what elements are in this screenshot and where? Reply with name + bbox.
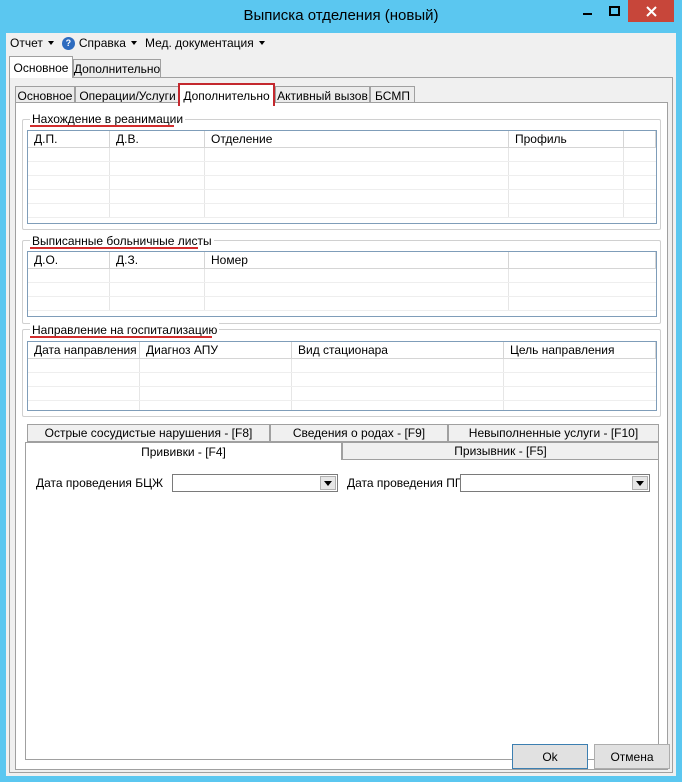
tab-births[interactable]: Сведения о родах - [F9] <box>270 424 448 442</box>
tab-vaccinations-label: Прививки - [F4] <box>141 444 226 459</box>
close-icon <box>645 5 657 17</box>
maximize-icon <box>609 6 620 16</box>
sick-leaves-grid-body <box>28 269 656 311</box>
sick-leaves-grid-header: Д.О. Д.З. Номер <box>28 252 656 269</box>
table-row <box>28 297 656 311</box>
tab-births-label: Сведения о родах - [F9] <box>292 426 426 440</box>
column-header[interactable]: Д.В. <box>110 131 205 147</box>
column-header[interactable]: Диагноз АПУ <box>140 342 292 358</box>
tab-conscript-label: Призывник - [F5] <box>454 444 547 458</box>
tab-additional-inner-label: Дополнительно <box>183 88 270 103</box>
column-header[interactable]: Вид стационара <box>292 342 504 358</box>
table-row <box>28 190 656 204</box>
title-bar[interactable]: Выписка отделения (новый) <box>0 0 682 33</box>
maximize-button[interactable] <box>601 0 628 22</box>
column-header[interactable]: Д.П. <box>28 131 110 147</box>
tab-unfulfilled-label: Невыполненные услуги - [F10] <box>468 426 639 440</box>
bcg-date-label: Дата проведения БЦЖ <box>36 476 164 490</box>
menu-med-docs[interactable]: Мед. документация <box>145 36 265 50</box>
table-row <box>28 387 656 401</box>
chevron-down-icon <box>47 41 54 45</box>
table-row <box>28 373 656 387</box>
column-header[interactable]: Д.О. <box>28 252 110 268</box>
pg-date-label: Дата проведения ПГ <box>347 476 462 490</box>
column-header[interactable]: Цель направления <box>504 342 656 358</box>
chevron-down-icon <box>258 41 265 45</box>
pg-date-combo[interactable] <box>460 474 650 492</box>
column-header[interactable]: Д.З. <box>110 252 205 268</box>
menu-bar: Отчет ? Справка Мед. документация <box>6 33 676 53</box>
hospitalization-title: Направление на госпитализацию <box>30 323 220 337</box>
tab-vascular-label: Острые сосудистые нарушения - [F8] <box>44 426 253 440</box>
minimize-button[interactable] <box>575 0 601 22</box>
tab-additional-inner[interactable]: Дополнительно <box>178 83 275 106</box>
bcg-date-dropdown-button[interactable] <box>320 476 336 490</box>
column-header[interactable]: Профиль <box>509 131 624 147</box>
dialog-client-area: Отчет ? Справка Мед. документация Основн… <box>6 33 676 776</box>
table-row <box>28 162 656 176</box>
hospitalization-grid-header: Дата направления Диагноз АПУ Вид стацион… <box>28 342 656 359</box>
table-row <box>28 204 656 218</box>
tab-vaccinations[interactable]: Прививки - [F4] <box>25 442 342 460</box>
minimize-icon <box>583 13 592 15</box>
dialog-window: Выписка отделения (новый) Отчет ? Справк… <box>0 0 682 782</box>
chevron-down-icon <box>130 41 137 45</box>
pg-date-dropdown-button[interactable] <box>632 476 648 490</box>
hospitalization-grid[interactable]: Дата направления Диагноз АПУ Вид стацион… <box>27 341 657 411</box>
ok-button-label: Ok <box>542 749 558 764</box>
menu-report[interactable]: Отчет <box>10 36 54 50</box>
menu-med-docs-label: Мед. документация <box>144 36 254 50</box>
tab-bsmp-label: БСМП <box>375 89 410 103</box>
tab-conscript[interactable]: Призывник - [F5] <box>342 442 659 460</box>
menu-help[interactable]: ? Справка <box>61 36 137 50</box>
table-row <box>28 283 656 297</box>
table-row <box>28 359 656 373</box>
table-row <box>28 148 656 162</box>
tab-active-call-label: Активный вызов <box>277 89 368 103</box>
column-header-filler <box>509 252 656 268</box>
reanimation-underline <box>30 125 174 127</box>
hospitalization-underline <box>30 336 212 338</box>
reanimation-grid-body <box>28 148 656 218</box>
close-button[interactable] <box>628 0 674 22</box>
table-row <box>28 176 656 190</box>
column-header-filler <box>624 131 656 147</box>
dropdown-arrow-icon <box>324 480 332 486</box>
hospitalization-grid-body <box>28 359 656 410</box>
column-header[interactable]: Отделение <box>205 131 509 147</box>
tab-additional-outer-label: Дополнительно <box>73 62 161 76</box>
reanimation-title: Нахождение в реанимации <box>30 112 186 126</box>
bcg-date-combo[interactable] <box>172 474 338 492</box>
tab-operations-label: Операции/Услуги <box>79 89 176 103</box>
table-row <box>28 401 656 410</box>
reanimation-grid[interactable]: Д.П. Д.В. Отделение Профиль <box>27 130 657 224</box>
dropdown-arrow-icon <box>636 480 644 486</box>
tab-main-outer-label: Основное <box>13 60 69 75</box>
table-row <box>28 269 656 283</box>
cancel-button[interactable]: Отмена <box>594 744 670 769</box>
sick-leaves-title: Выписанные больничные листы <box>30 234 214 248</box>
ok-button[interactable]: Ok <box>512 744 588 769</box>
tab-main-inner-label: Основное <box>17 89 73 103</box>
sick-leaves-grid[interactable]: Д.О. Д.З. Номер <box>27 251 657 317</box>
menu-report-label: Отчет <box>10 36 43 50</box>
tab-vascular[interactable]: Острые сосудистые нарушения - [F8] <box>27 424 270 442</box>
vaccinations-panel <box>25 460 659 760</box>
column-header[interactable]: Дата направления <box>28 342 140 358</box>
reanimation-grid-header: Д.П. Д.В. Отделение Профиль <box>28 131 656 148</box>
cancel-button-label: Отмена <box>610 749 654 764</box>
column-header[interactable]: Номер <box>205 252 509 268</box>
tab-unfulfilled[interactable]: Невыполненные услуги - [F10] <box>448 424 659 442</box>
tab-additional-outer[interactable]: Дополнительно <box>73 59 161 78</box>
help-icon: ? <box>61 36 75 50</box>
menu-help-label: Справка <box>78 36 126 50</box>
sick-leaves-underline <box>30 247 198 249</box>
tab-main-outer[interactable]: Основное <box>9 56 73 78</box>
